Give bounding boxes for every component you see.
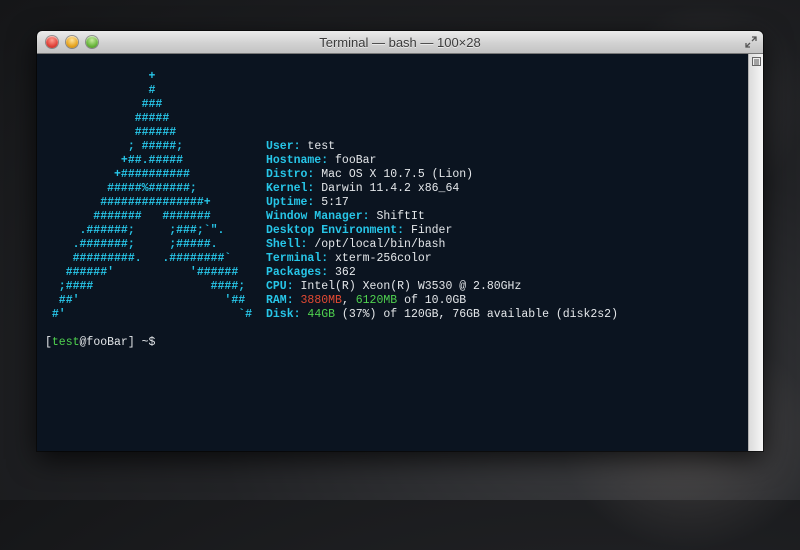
title-bar[interactable]: Terminal — bash — 100×28 xyxy=(37,31,763,54)
terminal-window: Terminal — bash — 100×28 + # ### ##### #… xyxy=(37,31,763,451)
info-terminal: Terminal: xterm-256color xyxy=(266,252,432,265)
fullscreen-icon[interactable] xyxy=(745,36,757,48)
split-pane-icon[interactable] xyxy=(752,57,761,66)
ascii-logo-line: ###############+ xyxy=(45,196,211,209)
prompt-user: test xyxy=(51,336,80,349)
ram-used: 3880MB xyxy=(300,294,342,307)
disk-used: 44GB xyxy=(307,308,336,321)
info-ram: RAM: 3880MB, 6120MB of 10.0GB xyxy=(266,294,467,307)
ascii-logo-line: +##.##### xyxy=(45,154,184,167)
ascii-logo-line: ##### xyxy=(45,112,170,125)
scrollbar[interactable] xyxy=(748,54,763,451)
info-shell: Shell: /opt/local/bin/bash xyxy=(266,238,446,251)
ascii-logo-line: # xyxy=(45,84,156,97)
ascii-logo-line: ###### xyxy=(45,126,177,139)
info-uptime: Uptime: 5:17 xyxy=(266,196,349,209)
info-kernel: Kernel: Darwin 11.4.2 x86_64 xyxy=(266,182,460,195)
ascii-logo-line: #' `# xyxy=(45,308,253,321)
ascii-logo-line: ######' '###### xyxy=(45,266,239,279)
info-disk: Disk: 44GB (37%) of 120GB, 76GB availabl… xyxy=(266,308,618,321)
info-window-manager: Window Manager: ShiftIt xyxy=(266,210,425,223)
ram-free: 6120MB xyxy=(355,294,398,307)
ascii-logo-line: ##' '## xyxy=(45,294,246,307)
ascii-logo-line: ; #####; xyxy=(45,140,184,153)
ascii-logo-line: +########## xyxy=(45,168,190,181)
info-packages: Packages: 362 xyxy=(266,266,356,279)
ascii-logo-line: ;#### ####; xyxy=(45,280,246,293)
ascii-logo-line: #########. .########` xyxy=(45,252,232,265)
info-desktop-environment: Desktop Environment: Finder xyxy=(266,224,453,237)
info-distro: Distro: Mac OS X 10.7.5 (Lion) xyxy=(266,168,474,181)
window-title: Terminal — bash — 100×28 xyxy=(319,35,481,50)
ascii-logo-line: #####%######; xyxy=(45,182,197,195)
ascii-logo-line: ####### ####### xyxy=(45,210,211,223)
ascii-logo-line: .######; ;###;`". xyxy=(45,224,225,237)
ascii-logo-line: + xyxy=(45,70,156,83)
ascii-logo-line: ### xyxy=(45,98,163,111)
info-user: User: test xyxy=(266,140,336,153)
shell-prompt[interactable]: [test@fooBar] ~$ xyxy=(45,336,155,350)
terminal-output[interactable]: + # ### ##### ###### ; #####; +##.##### … xyxy=(37,54,748,451)
ascii-logo-line: .#######; ;#####. xyxy=(45,238,218,251)
info-hostname: Hostname: fooBar xyxy=(266,154,377,167)
info-cpu: CPU: Intel(R) Xeon(R) W3530 @ 2.80GHz xyxy=(266,280,522,293)
